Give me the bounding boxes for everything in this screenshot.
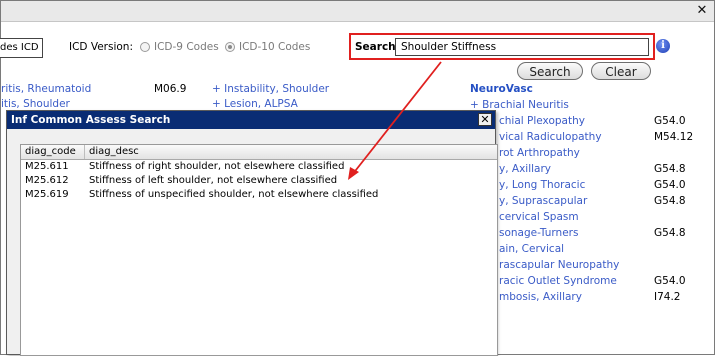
table-row[interactable]: M25.612 Stiffness of left shoulder, not … — [21, 174, 497, 188]
list-item[interactable]: cervical Spasm — [499, 211, 579, 223]
list-item[interactable]: mbosis, Axillary — [499, 291, 582, 303]
neurovasc-heading: NeuroVasc — [470, 83, 533, 95]
list-item[interactable]: ritis, Rheumatoid — [1, 83, 91, 95]
list-item[interactable]: chial Plexopathy — [499, 115, 585, 127]
codes-field[interactable]: des ICD — [0, 38, 43, 58]
assess-search-dialog: Inf Common Assess Search ✕ diag_code dia… — [6, 110, 498, 356]
list-item[interactable]: sonage-Turners — [499, 227, 578, 239]
cell-diag-desc: Stiffness of unspecified shoulder, not e… — [89, 189, 379, 200]
list-item[interactable]: + Instability, Shoulder — [212, 83, 329, 95]
search-button[interactable]: Search — [517, 62, 583, 80]
search-label: Search: — [355, 41, 400, 53]
list-item-code: M54.12 — [654, 131, 694, 143]
list-item[interactable]: ain, Cervical — [499, 243, 564, 255]
info-icon[interactable]: i — [656, 39, 670, 53]
list-item-code: G54.8 — [654, 227, 686, 239]
list-item-code: I74.2 — [654, 291, 681, 303]
list-item-code: G54.0 — [654, 179, 686, 191]
dialog-title: Inf Common Assess Search — [7, 111, 495, 129]
list-item[interactable]: rot Arthropathy — [499, 147, 580, 159]
icd10-radio[interactable] — [225, 42, 235, 52]
list-item[interactable]: vical Radiculopathy — [499, 131, 602, 143]
list-item-code: G54.8 — [654, 163, 686, 175]
list-item[interactable]: y, Long Thoracic — [499, 179, 585, 191]
cell-diag-code: M25.611 — [25, 161, 69, 172]
column-header-diag-code[interactable]: diag_code — [21, 145, 85, 159]
dialog-close-button[interactable]: ✕ — [478, 113, 492, 126]
cell-diag-desc: Stiffness of right shoulder, not elsewhe… — [89, 161, 345, 172]
table-header: diag_code diag_desc — [21, 145, 497, 160]
list-item-code: G54.8 — [654, 195, 686, 207]
list-item[interactable]: y, Axillary — [499, 163, 551, 175]
column-header-diag-desc[interactable]: diag_desc — [85, 145, 497, 159]
table-row[interactable]: M25.611 Stiffness of right shoulder, not… — [21, 160, 497, 174]
icd-version-label: ICD Version: — [69, 41, 133, 53]
list-item-code: M06.9 — [154, 83, 187, 95]
cell-diag-code: M25.619 — [25, 189, 69, 200]
cell-diag-desc: Stiffness of left shoulder, not elsewher… — [89, 175, 338, 186]
icd10-label: ICD-10 Codes — [239, 41, 311, 53]
list-item-code: G54.0 — [654, 115, 686, 127]
icd9-radio[interactable] — [140, 42, 150, 52]
list-item[interactable]: rascapular Neuropathy — [499, 259, 619, 271]
list-item[interactable]: itis, Shoulder — [1, 98, 70, 110]
list-item[interactable]: y, Suprascapular — [499, 195, 587, 207]
cell-diag-code: M25.612 — [25, 175, 69, 186]
window-close-button[interactable]: ✕ — [694, 3, 710, 18]
table-row[interactable]: M25.619 Stiffness of unspecified shoulde… — [21, 188, 497, 202]
list-item-code: G54.0 — [654, 275, 686, 287]
list-item[interactable]: + Lesion, ALPSA — [212, 98, 298, 110]
list-item[interactable]: racic Outlet Syndrome — [499, 275, 617, 287]
title-bar: ✕ — [1, 1, 714, 22]
icd9-label: ICD-9 Codes — [154, 41, 219, 53]
results-table: diag_code diag_desc M25.611 Stiffness of… — [20, 144, 498, 356]
clear-button[interactable]: Clear — [591, 62, 651, 80]
search-input[interactable] — [395, 38, 649, 56]
